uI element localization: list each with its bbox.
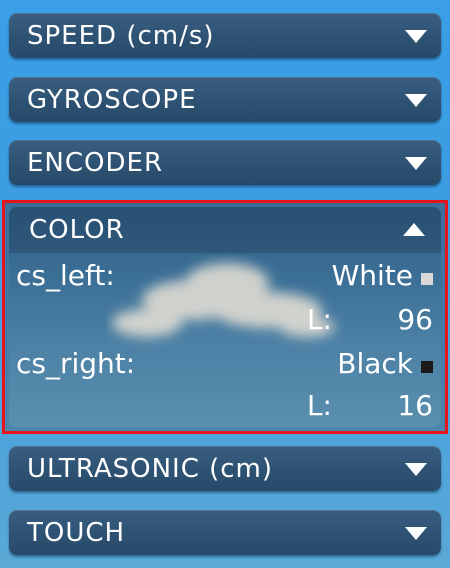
- cs-left-label: cs_left:: [16, 259, 115, 292]
- triangle-down-icon[interactable]: [405, 156, 427, 170]
- ultrasonic-panel-label: ULTRASONIC (cm): [27, 453, 274, 484]
- cs-left-l-value: 96: [397, 303, 433, 336]
- speed-panel-label: SPEED (cm/s): [27, 20, 215, 51]
- touch-panel-label: TOUCH: [27, 517, 126, 548]
- encoder-panel-header[interactable]: ENCODER: [9, 140, 441, 185]
- triangle-down-icon[interactable]: [405, 29, 427, 43]
- cs-left-l-label: L:: [306, 303, 332, 336]
- touch-panel-header[interactable]: TOUCH: [9, 510, 441, 555]
- cs-left-color-swatch: [421, 273, 433, 285]
- cs-left-color-value: White: [331, 259, 413, 292]
- color-panel-header[interactable]: COLOR: [9, 207, 441, 253]
- color-panel-label: COLOR: [29, 215, 125, 245]
- cs-right-color-swatch: [421, 361, 433, 373]
- cs-right-color-value: Black: [337, 347, 413, 380]
- triangle-down-icon[interactable]: [405, 526, 427, 540]
- cs-right-l-label: L:: [306, 389, 332, 422]
- color-panel-body: COLOR cs_left: White L: 96 cs_right: Bla…: [9, 207, 441, 427]
- cs-right-label: cs_right:: [16, 347, 136, 380]
- cs-right-l-value: 16: [397, 389, 433, 422]
- triangle-down-icon[interactable]: [405, 93, 427, 107]
- gyroscope-panel-label: GYROSCOPE: [27, 84, 197, 115]
- color-panel: COLOR cs_left: White L: 96 cs_right: Bla…: [2, 200, 448, 434]
- triangle-up-icon[interactable]: [403, 223, 425, 236]
- gyroscope-panel-header[interactable]: GYROSCOPE: [9, 77, 441, 122]
- triangle-down-icon[interactable]: [405, 462, 427, 476]
- ultrasonic-panel-header[interactable]: ULTRASONIC (cm): [9, 446, 441, 491]
- encoder-panel-label: ENCODER: [27, 147, 164, 178]
- speed-panel-header[interactable]: SPEED (cm/s): [9, 13, 441, 58]
